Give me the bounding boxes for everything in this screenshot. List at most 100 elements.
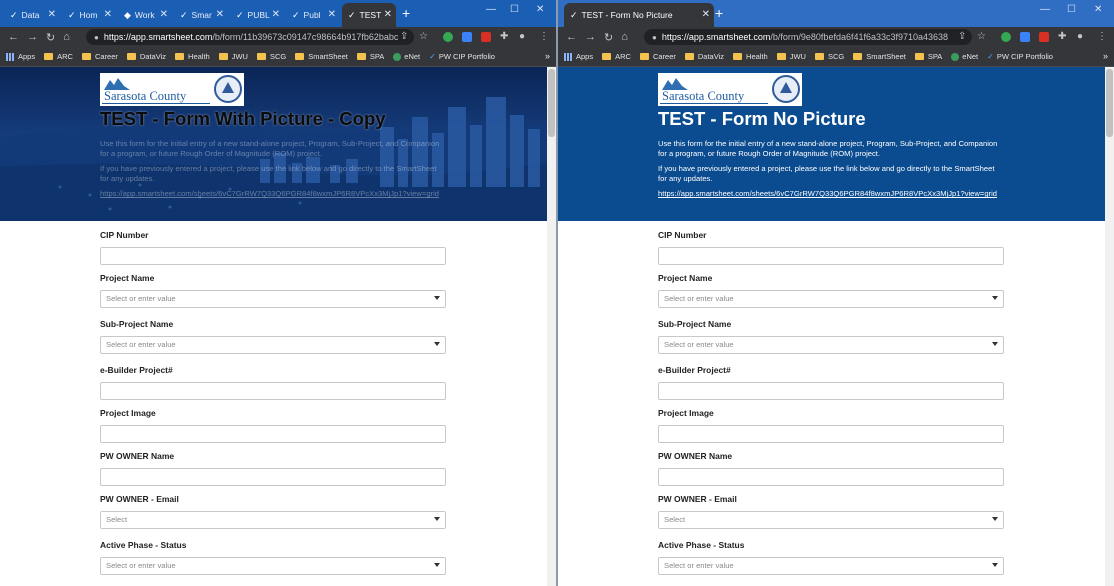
bookmark-pw-cip-portfolio[interactable]: ✓ PW CIP Portfolio bbox=[987, 52, 1053, 61]
more-bookmarks-icon[interactable]: » bbox=[545, 51, 550, 61]
bookmark-apps[interactable]: Apps bbox=[564, 52, 593, 61]
bookmark-scg[interactable]: SCG bbox=[256, 52, 286, 61]
address-bar[interactable]: ● https://app.smartsheet.com/b/form/11b3… bbox=[86, 29, 414, 45]
dropdown-caret-icon[interactable] bbox=[434, 563, 440, 567]
close-icon[interactable]: ✕ bbox=[160, 9, 168, 20]
home-icon[interactable]: ⌂ bbox=[63, 31, 70, 43]
bookmark-career[interactable]: Career bbox=[81, 52, 118, 61]
close-icon[interactable]: ✕ bbox=[702, 9, 710, 20]
reload-icon[interactable]: ↻ bbox=[604, 31, 613, 44]
close-icon[interactable]: ✕ bbox=[216, 9, 224, 20]
close-window-icon[interactable]: ✕ bbox=[1094, 4, 1102, 15]
close-icon[interactable]: ✕ bbox=[272, 9, 280, 20]
dropdown-caret-icon[interactable] bbox=[992, 563, 998, 567]
scrollbar-thumb[interactable] bbox=[1106, 69, 1113, 137]
active-phase-status-select[interactable]: Select or enter value bbox=[658, 557, 1004, 575]
bookmark-spa[interactable]: SPA bbox=[914, 52, 942, 61]
profile-icon[interactable]: ● bbox=[519, 31, 525, 42]
sub-project-name-select[interactable]: Select or enter value bbox=[658, 336, 1004, 354]
tab-test-form-no-picture[interactable]: ✓ TEST - Form No Picture ✕ bbox=[564, 3, 714, 27]
scrollbar-thumb[interactable] bbox=[548, 69, 555, 137]
ebuilder-project-input[interactable] bbox=[658, 382, 1004, 400]
extensions-icon[interactable]: ✚ bbox=[500, 31, 508, 42]
bookmark-dataviz[interactable]: DataViz bbox=[126, 52, 166, 61]
bookmark-star-icon[interactable]: ☆ bbox=[977, 31, 986, 42]
bookmark-smartsheet[interactable]: SmartSheet bbox=[295, 52, 348, 61]
bookmark-arc[interactable]: ARC bbox=[44, 52, 73, 61]
pw-owner-email-select[interactable]: Select bbox=[100, 511, 446, 529]
dropdown-caret-icon[interactable] bbox=[992, 296, 998, 300]
project-image-input[interactable] bbox=[100, 425, 446, 443]
dropdown-caret-icon[interactable] bbox=[434, 342, 440, 346]
tab-work[interactable]: ◆ Work ✕ bbox=[118, 3, 172, 27]
address-bar[interactable]: ● https://app.smartsheet.com/b/form/9e80… bbox=[644, 29, 972, 45]
project-name-select[interactable]: Select or enter value bbox=[100, 290, 446, 308]
project-image-input[interactable] bbox=[658, 425, 1004, 443]
bookmark-jwu[interactable]: JWU bbox=[218, 52, 248, 61]
close-icon[interactable]: ✕ bbox=[48, 9, 56, 20]
profile-icon[interactable]: ● bbox=[1077, 31, 1083, 42]
dropdown-caret-icon[interactable] bbox=[434, 517, 440, 521]
bookmark-dataviz[interactable]: DataViz bbox=[684, 52, 724, 61]
new-tab-button[interactable]: + bbox=[715, 5, 723, 21]
pw-owner-email-select[interactable]: Select bbox=[658, 511, 1004, 529]
dropdown-caret-icon[interactable] bbox=[992, 342, 998, 346]
smartsheet-link[interactable]: https://app.smartsheet.com/sheets/6vC7Gr… bbox=[658, 189, 1004, 199]
zoom-icon[interactable] bbox=[1020, 32, 1030, 42]
scrollbar[interactable] bbox=[1105, 67, 1114, 586]
acrobat-icon[interactable] bbox=[481, 32, 491, 42]
bookmark-spa[interactable]: SPA bbox=[356, 52, 384, 61]
bookmark-pw-cip-portfolio[interactable]: ✓ PW CIP Portfolio bbox=[429, 52, 495, 61]
bookmark-jwu[interactable]: JWU bbox=[776, 52, 806, 61]
share-icon[interactable]: ⇪ bbox=[958, 31, 966, 42]
bookmark-smartsheet[interactable]: SmartSheet bbox=[853, 52, 906, 61]
bookmark-arc[interactable]: ARC bbox=[602, 52, 631, 61]
forward-icon[interactable]: → bbox=[27, 31, 38, 43]
maximize-icon[interactable]: ☐ bbox=[510, 4, 519, 15]
home-icon[interactable]: ⌂ bbox=[621, 31, 628, 43]
back-icon[interactable]: ← bbox=[8, 31, 19, 43]
forward-icon[interactable]: → bbox=[585, 31, 596, 43]
bookmark-health[interactable]: Health bbox=[175, 52, 210, 61]
zoom-icon[interactable] bbox=[462, 32, 472, 42]
extensions-icon[interactable]: ✚ bbox=[1058, 31, 1066, 42]
ebuilder-project-input[interactable] bbox=[100, 382, 446, 400]
dropdown-caret-icon[interactable] bbox=[434, 296, 440, 300]
more-bookmarks-icon[interactable]: » bbox=[1103, 51, 1108, 61]
back-icon[interactable]: ← bbox=[566, 31, 577, 43]
minimize-icon[interactable]: — bbox=[1040, 4, 1050, 15]
minimize-icon[interactable]: — bbox=[486, 4, 496, 15]
active-phase-status-select[interactable]: Select or enter value bbox=[100, 557, 446, 575]
bookmark-career[interactable]: Career bbox=[639, 52, 676, 61]
sub-project-name-select[interactable]: Select or enter value bbox=[100, 336, 446, 354]
menu-icon[interactable]: ⋮ bbox=[1097, 31, 1107, 42]
new-tab-button[interactable]: + bbox=[402, 5, 410, 21]
maximize-icon[interactable]: ☐ bbox=[1067, 4, 1076, 15]
pw-owner-name-input[interactable] bbox=[658, 468, 1004, 486]
tab-data[interactable]: ✓ Data ✕ bbox=[4, 3, 60, 27]
project-name-select[interactable]: Select or enter value bbox=[658, 290, 1004, 308]
close-window-icon[interactable]: ✕ bbox=[536, 4, 544, 15]
close-icon[interactable]: ✕ bbox=[384, 9, 392, 20]
cip-number-input[interactable] bbox=[100, 247, 446, 265]
pw-owner-name-input[interactable] bbox=[100, 468, 446, 486]
grammarly-icon[interactable] bbox=[1001, 32, 1011, 42]
acrobat-icon[interactable] bbox=[1039, 32, 1049, 42]
bookmark-scg[interactable]: SCG bbox=[814, 52, 844, 61]
share-icon[interactable]: ⇪ bbox=[400, 31, 408, 42]
grammarly-icon[interactable] bbox=[443, 32, 453, 42]
tab-public-2[interactable]: ✓ Publ ✕ bbox=[286, 3, 340, 27]
dropdown-caret-icon[interactable] bbox=[992, 517, 998, 521]
bookmark-star-icon[interactable]: ☆ bbox=[419, 31, 428, 42]
reload-icon[interactable]: ↻ bbox=[46, 31, 55, 44]
tab-public-1[interactable]: ✓ PUBL ✕ bbox=[230, 3, 284, 27]
tab-smartsheet[interactable]: ✓ Smar ✕ bbox=[174, 3, 228, 27]
bookmark-health[interactable]: Health bbox=[733, 52, 768, 61]
tab-test-active[interactable]: ✓ TEST ✕ bbox=[342, 3, 396, 27]
bookmark-apps[interactable]: Apps bbox=[6, 52, 35, 61]
bookmark-enet[interactable]: eNet bbox=[393, 52, 420, 61]
close-icon[interactable]: ✕ bbox=[104, 9, 112, 20]
close-icon[interactable]: ✕ bbox=[328, 9, 336, 20]
bookmark-enet[interactable]: eNet bbox=[951, 52, 978, 61]
cip-number-input[interactable] bbox=[658, 247, 1004, 265]
